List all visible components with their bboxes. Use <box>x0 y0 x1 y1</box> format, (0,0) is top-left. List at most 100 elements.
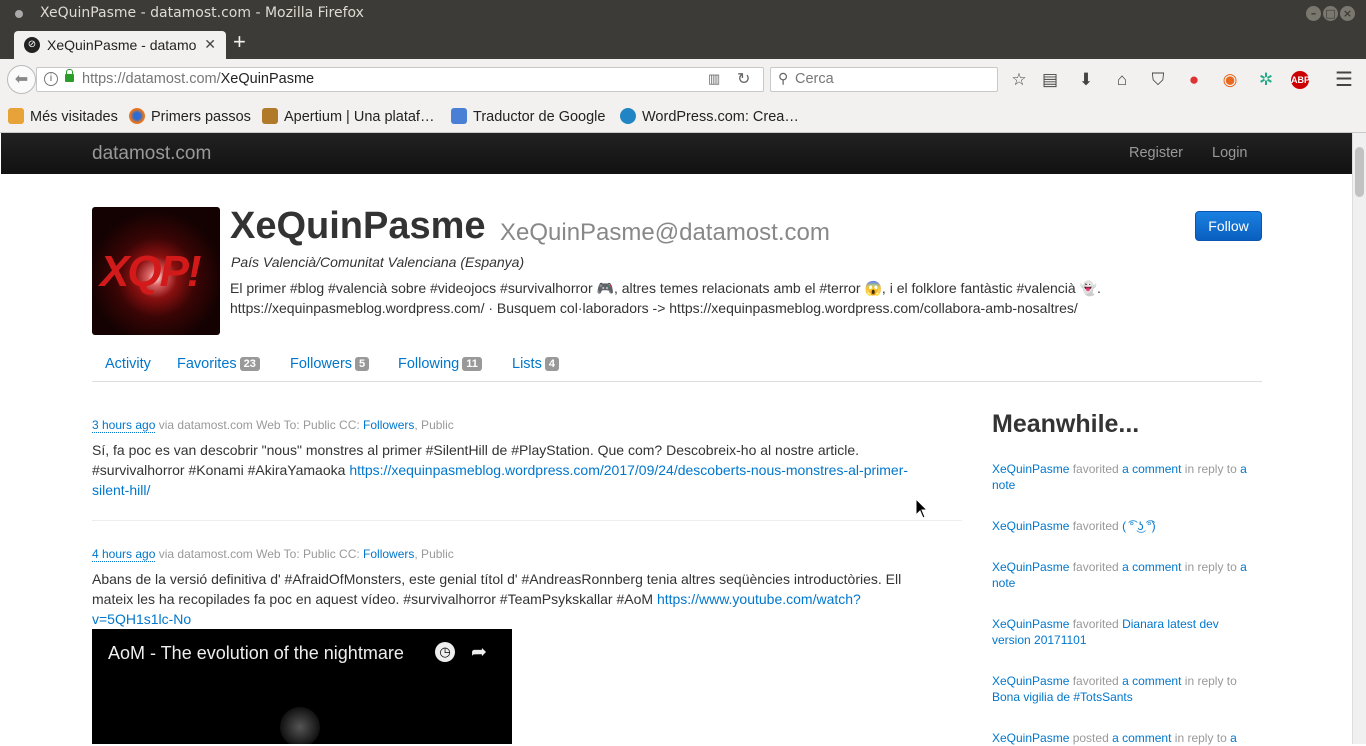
post-meta: 3 hours ago via datamost.com Web To: Pub… <box>92 418 454 433</box>
actor-link[interactable]: XeQuinPasme <box>992 731 1069 745</box>
profile-bio: El primer #blog #valencià sobre #videojo… <box>230 278 1130 318</box>
search-placeholder: Cerca <box>795 71 834 87</box>
actor-link[interactable]: XeQuinPasme <box>992 560 1069 574</box>
bookmark-wordpress[interactable]: WordPress.com: Crea… <box>620 108 799 125</box>
scrollbar-thumb[interactable] <box>1355 147 1364 197</box>
bookmark-label: Més visitades <box>30 109 118 125</box>
video-title[interactable]: AoM - The evolution of the nightmare <box>108 643 404 664</box>
sidebar-title: Meanwhile... <box>992 410 1140 438</box>
firefox-icon <box>129 108 145 124</box>
tab-strip: ⊘ XeQuinPasme - datamost.com ✕ <box>0 28 1366 59</box>
wordpress-icon <box>620 108 636 124</box>
tab-activity[interactable]: Activity <box>105 356 151 372</box>
info-icon[interactable]: i <box>44 72 58 86</box>
target-link[interactable]: a <box>1230 731 1237 745</box>
adblock-plus-icon[interactable]: ABP <box>1291 71 1310 89</box>
cc-followers-link[interactable]: Followers <box>363 418 414 432</box>
count-badge: 23 <box>239 357 260 371</box>
bookmarks-menu-icon[interactable]: ▤ <box>1039 69 1061 91</box>
actor-link[interactable]: XeQuinPasme <box>992 519 1069 533</box>
minimize-icon[interactable]: – <box>1306 6 1321 21</box>
url-bar[interactable]: i https://datamost.com/XeQuinPasme ▥ ↻ <box>36 67 764 92</box>
post-timestamp[interactable]: 4 hours ago <box>92 547 156 562</box>
duckduckgo-icon[interactable]: ◉ <box>1219 69 1241 91</box>
tab-following[interactable]: Following 11 <box>398 356 482 372</box>
extension-puzzle-icon[interactable]: ✲ <box>1255 69 1277 91</box>
login-link[interactable]: Login <box>1212 145 1247 161</box>
tab-followers[interactable]: Followers 5 <box>290 356 370 372</box>
close-window-icon[interactable]: × <box>1340 6 1355 21</box>
window-menu-icon[interactable] <box>15 10 23 18</box>
browser-tab[interactable]: ⊘ XeQuinPasme - datamost.com ✕ <box>14 31 226 59</box>
video-thumbnail <box>280 707 320 744</box>
cc-followers-link[interactable]: Followers <box>363 547 414 561</box>
tab-label: Following <box>398 356 460 372</box>
site-navbar: datamost.com Register Login <box>1 133 1352 174</box>
object-link[interactable]: a comment <box>1122 674 1181 688</box>
lock-icon <box>65 69 74 82</box>
pocket-icon[interactable]: ⛉ <box>1147 69 1169 91</box>
back-button[interactable]: ⬅ <box>7 65 36 94</box>
bookmark-label: Traductor de Google <box>473 109 606 125</box>
activity-verb: favorited <box>1069 617 1123 631</box>
actor-link[interactable]: XeQuinPasme <box>992 674 1069 688</box>
new-tab-icon[interactable]: + <box>233 31 246 53</box>
object-link[interactable]: a comment <box>1122 560 1181 574</box>
window-title: XeQuinPasme - datamost.com - Mozilla Fir… <box>40 5 364 21</box>
folder-icon <box>8 108 24 124</box>
page-scrollbar[interactable] <box>1352 133 1366 744</box>
url-host: https://datamost.com/ <box>82 71 221 87</box>
bookmark-star-icon[interactable]: ☆ <box>1008 69 1030 91</box>
window-titlebar: XeQuinPasme - datamost.com - Mozilla Fir… <box>0 0 1366 28</box>
tab-label: Lists <box>512 356 542 372</box>
activity-verb: posted <box>1069 731 1113 745</box>
bookmark-google-translate[interactable]: Traductor de Google <box>451 108 605 125</box>
tab-label: Activity <box>105 356 151 372</box>
activity-verb: favorited <box>1069 560 1123 574</box>
search-icon: ⚲ <box>778 70 789 86</box>
post-via: via datamost.com Web To: Public CC: <box>155 547 364 561</box>
object-link[interactable]: a comment <box>1112 731 1171 745</box>
post-content: Abans de la versió definitiva d' #Afraid… <box>92 569 942 629</box>
bio-line: https://xequinpasmeblog.wordpress.com/ ·… <box>230 300 1078 316</box>
bookmark-label: Primers passos <box>151 109 251 125</box>
profile-tabs: Activity Favorites 23 Followers 5 Followin… <box>92 346 1262 382</box>
video-embed[interactable]: AoM - The evolution of the nightmare ◷ ➦ <box>92 629 512 744</box>
hamburger-menu-icon[interactable]: ☰ <box>1333 69 1355 91</box>
tab-lists[interactable]: Lists 4 <box>512 356 559 372</box>
target-link[interactable]: Bona vigilia de #TotsSants <box>992 690 1133 704</box>
home-icon[interactable]: ⌂ <box>1111 69 1133 91</box>
count-badge: 5 <box>355 357 370 371</box>
actor-link[interactable]: XeQuinPasme <box>992 617 1069 631</box>
tab-favorites[interactable]: Favorites 23 <box>177 356 260 372</box>
activity-item: XeQuinPasme favorited Dianara latest dev… <box>992 616 1232 648</box>
object-link[interactable]: a comment <box>1122 462 1181 476</box>
share-icon[interactable]: ➦ <box>471 641 487 664</box>
search-bar[interactable]: ⚲ Cerca <box>770 67 998 92</box>
close-tab-icon[interactable]: ✕ <box>204 36 216 53</box>
downloads-icon[interactable]: ⬇ <box>1075 69 1097 91</box>
bookmark-most-visited[interactable]: Més visitades <box>8 108 118 125</box>
activity-mid: in reply to <box>1171 731 1231 745</box>
follow-button[interactable]: Follow <box>1195 211 1262 241</box>
bookmark-first-steps[interactable]: Primers passos <box>129 108 251 125</box>
post-meta: 4 hours ago via datamost.com Web To: Pub… <box>92 547 454 562</box>
post-via: via datamost.com Web To: Public CC: <box>155 418 364 432</box>
site-brand[interactable]: datamost.com <box>92 143 211 165</box>
reload-icon[interactable]: ↻ <box>737 69 750 89</box>
activity-item: XeQuinPasme favorited a comment in reply… <box>992 559 1254 591</box>
tab-label: XeQuinPasme - datamost.com <box>47 37 197 53</box>
register-link[interactable]: Register <box>1129 145 1183 161</box>
watch-later-icon[interactable]: ◷ <box>435 642 455 662</box>
post-timestamp[interactable]: 3 hours ago <box>92 418 156 433</box>
bookmark-apertium[interactable]: Apertium | Una plataf… <box>262 108 434 125</box>
actor-link[interactable]: XeQuinPasme <box>992 462 1069 476</box>
reader-view-icon[interactable]: ▥ <box>708 71 720 87</box>
maximize-icon[interactable]: □ <box>1323 6 1338 21</box>
apertium-icon <box>262 108 278 124</box>
object-link[interactable]: ( ͡° ͜ʖ ͡°) <box>1122 519 1156 533</box>
post-cc-rest: , Public <box>414 547 454 561</box>
url-text[interactable]: https://datamost.com/XeQuinPasme <box>82 71 314 87</box>
extension-color-icon[interactable]: ● <box>1183 69 1205 91</box>
tab-label: Favorites <box>177 356 237 372</box>
